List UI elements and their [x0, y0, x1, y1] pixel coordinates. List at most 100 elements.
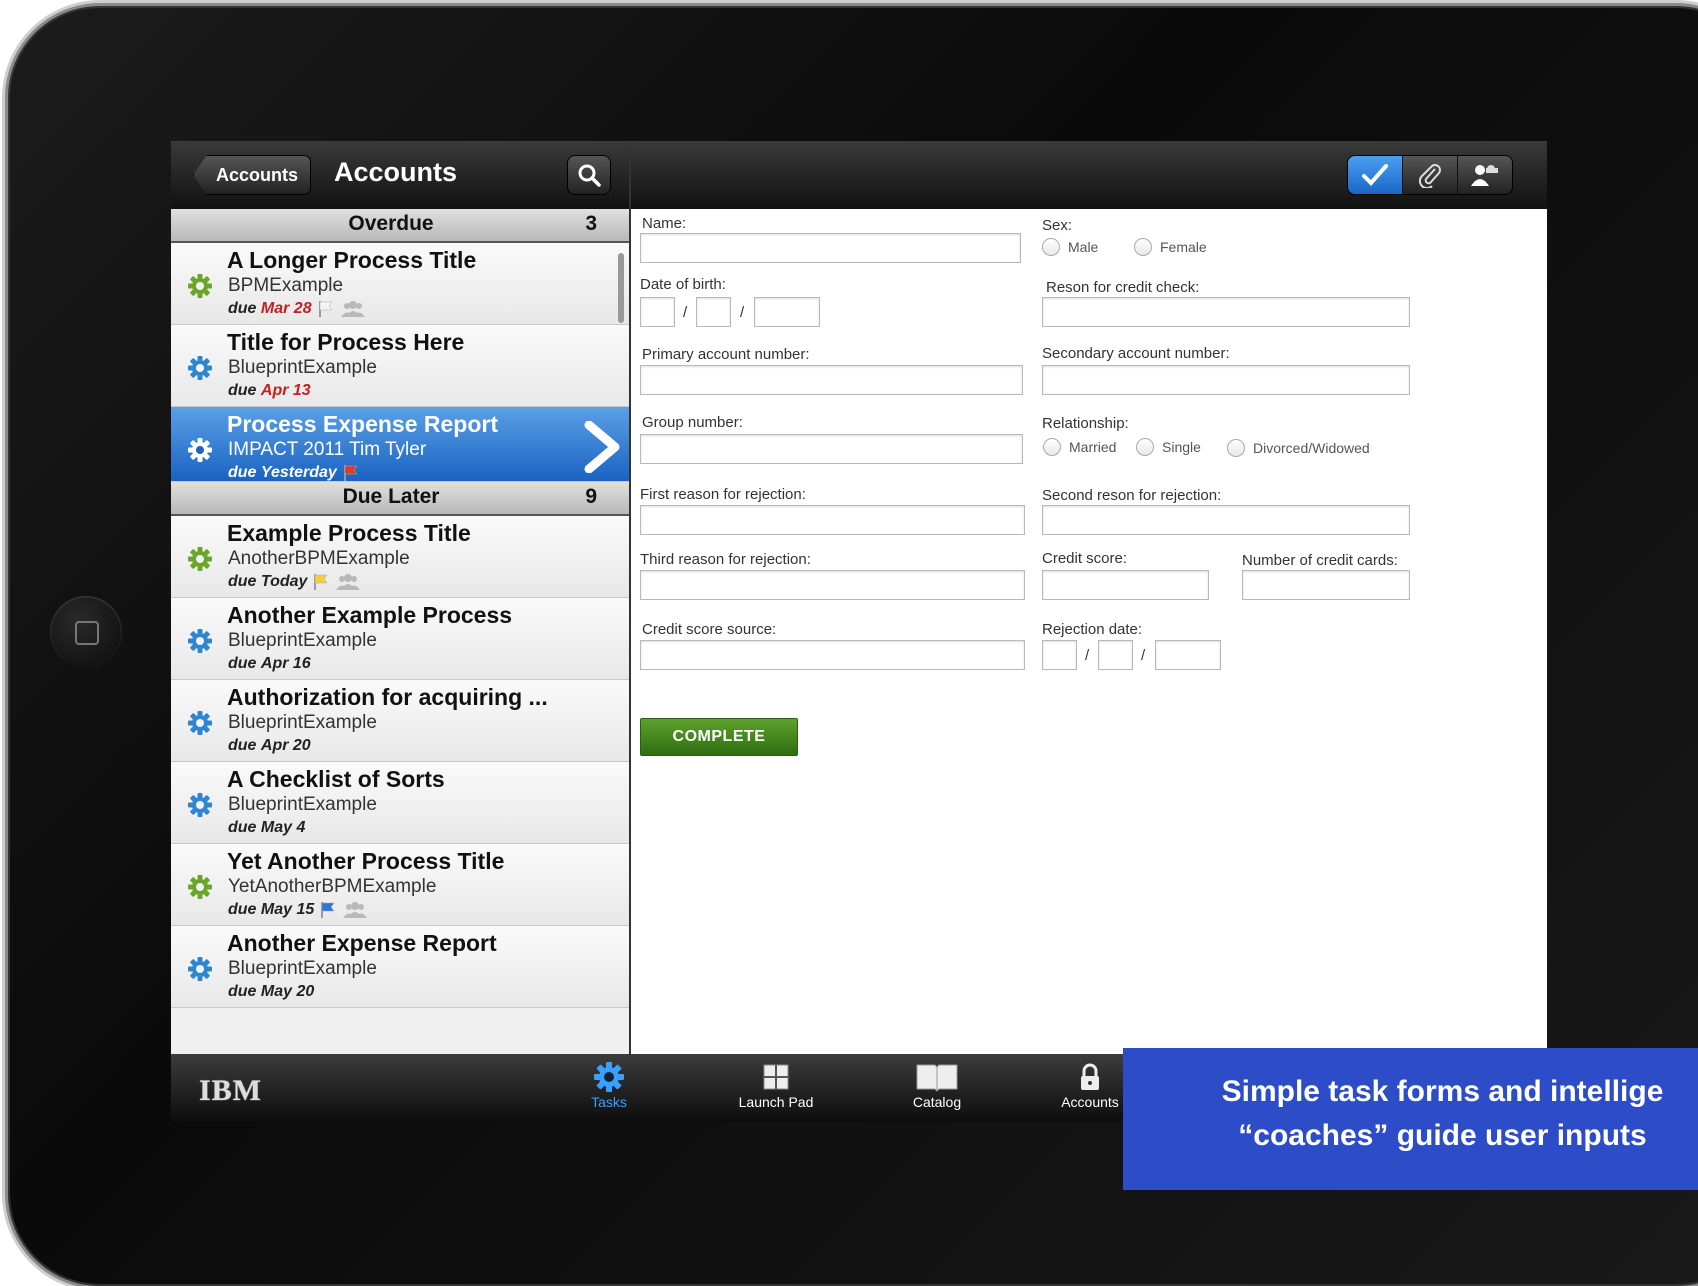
task-row[interactable]: Yet Another Process Title YetAnotherBPMEx… [171, 844, 629, 926]
task-row[interactable]: Authorization for acquiring ... Blueprint… [171, 680, 629, 762]
flag-icon [321, 902, 335, 918]
due-date: May 15 [260, 901, 315, 919]
due-date: Today [260, 573, 308, 591]
task-title: Process Expense Report [227, 411, 499, 437]
section-header: Due Later 9 [171, 482, 629, 516]
dob-day-input[interactable] [696, 297, 731, 327]
task-row[interactable]: Title for Process Here BlueprintExample du… [171, 325, 629, 407]
search-icon [578, 164, 601, 187]
ibm-logo: IBM [199, 1074, 262, 1107]
checkmark-icon [1362, 164, 1388, 186]
complete-button[interactable]: COMPLETE [640, 718, 798, 756]
task-title: Another Expense Report [227, 930, 497, 956]
secondary-account-label: Secondary account number: [1042, 345, 1230, 362]
due-prefix: due [228, 300, 257, 318]
rejection-day-input[interactable] [1098, 640, 1133, 670]
primary-account-input[interactable] [640, 365, 1023, 395]
due-date: Yesterday [260, 464, 337, 482]
chevron-right-icon [584, 421, 620, 473]
third-rejection-input[interactable] [640, 570, 1025, 600]
due-prefix: due [228, 983, 257, 1000]
section-count: 3 [585, 212, 597, 235]
task-due: due May 15 [228, 901, 368, 919]
task-subtitle: BlueprintExample [228, 712, 377, 733]
rejection-date-label: Rejection date: [1042, 621, 1143, 638]
secondary-account-input[interactable] [1042, 365, 1410, 395]
task-subtitle: BlueprintExample [228, 357, 377, 378]
people-tab[interactable] [1457, 156, 1512, 194]
tab-launch-pad[interactable]: Launch Pad [726, 1060, 826, 1110]
list-scrollbar[interactable] [618, 253, 624, 323]
checkmark-tab[interactable] [1348, 156, 1402, 194]
credit-reason-input[interactable] [1042, 297, 1410, 327]
task-due: due Mar 28 [228, 300, 366, 318]
gear-icon [188, 711, 212, 735]
section-header: Overdue 3 [171, 209, 629, 243]
relationship-married-radio[interactable]: Married [1043, 438, 1116, 456]
flag-icon [343, 465, 358, 481]
task-row[interactable]: Another Expense Report BlueprintExample du… [171, 926, 629, 1008]
gear-icon [594, 1062, 624, 1092]
paperclip-icon [1418, 164, 1441, 188]
home-button[interactable] [50, 596, 122, 668]
due-prefix: due [228, 901, 257, 919]
attachment-tab[interactable] [1402, 156, 1457, 194]
task-row[interactable]: Process Expense Report IMPACT 2011 Tim Ty… [171, 407, 629, 482]
grid-icon [763, 1064, 789, 1090]
app-screen: Accounts Accounts Overdue 3 A Longer Proce… [171, 141, 1547, 1122]
second-rejection-input[interactable] [1042, 505, 1410, 535]
task-row[interactable]: A Longer Process Title BPMExample due Mar … [171, 243, 629, 325]
date-separator: / [683, 304, 688, 321]
credit-score-label: Credit score: [1042, 550, 1128, 567]
gear-icon [188, 875, 212, 899]
sex-female-radio[interactable]: Female [1134, 238, 1207, 256]
task-row[interactable]: Another Example Process BlueprintExample d… [171, 598, 629, 680]
back-button[interactable]: Accounts [193, 155, 312, 195]
task-title: Authorization for acquiring ... [227, 684, 548, 710]
num-credit-cards-input[interactable] [1242, 570, 1410, 600]
group-number-input[interactable] [640, 434, 1023, 464]
gear-icon [188, 438, 212, 462]
gear-icon [188, 957, 212, 981]
task-title: Title for Process Here [227, 329, 465, 355]
tab-launch-pad-label: Launch Pad [738, 1094, 814, 1110]
credit-score-source-label: Credit score source: [642, 621, 777, 638]
due-date: May 20 [260, 983, 315, 1000]
task-due: due Yesterday [228, 464, 359, 482]
tab-catalog[interactable]: Catalog [887, 1060, 987, 1110]
task-title: Another Example Process [227, 602, 513, 628]
right-navbar [631, 141, 1547, 209]
section-title: Overdue [348, 212, 434, 235]
flag-icon [314, 574, 328, 590]
group-icon [340, 301, 365, 317]
credit-score-source-input[interactable] [640, 640, 1025, 670]
task-row[interactable]: A Checklist of Sorts BlueprintExample due … [171, 762, 629, 844]
name-input[interactable] [640, 233, 1021, 263]
group-icon [336, 574, 361, 590]
credit-score-input[interactable] [1042, 570, 1209, 600]
relationship-divorced-radio[interactable]: Divorced/Widowed [1227, 439, 1370, 457]
task-subtitle: IMPACT 2011 Tim Tyler [228, 439, 427, 460]
task-title: Example Process Title [227, 520, 471, 546]
lock-icon [1081, 1063, 1099, 1090]
task-row[interactable]: Example Process Title AnotherBPMExample du… [171, 516, 629, 598]
dob-year-input[interactable] [754, 297, 820, 327]
rejection-month-input[interactable] [1042, 640, 1077, 670]
due-date: Apr 16 [260, 655, 311, 672]
search-button[interactable] [567, 155, 611, 195]
first-rejection-label: First reason for rejection: [640, 486, 806, 503]
relationship-single-radio[interactable]: Single [1136, 438, 1201, 456]
first-rejection-input[interactable] [640, 505, 1025, 535]
task-due: due Apr 16 [228, 655, 311, 673]
dob-month-input[interactable] [640, 297, 675, 327]
due-date: Mar 28 [260, 300, 312, 318]
sex-male-radio[interactable]: Male [1042, 238, 1098, 256]
third-rejection-label: Third reason for rejection: [640, 551, 811, 568]
task-due: due Apr 13 [228, 382, 311, 400]
name-label: Name: [642, 215, 687, 232]
rejection-year-input[interactable] [1155, 640, 1221, 670]
due-date: Apr 13 [260, 382, 311, 399]
caption-overlay: Simple task forms and intellige “coaches… [1123, 1048, 1698, 1190]
tab-tasks[interactable]: Tasks [559, 1060, 659, 1110]
due-prefix: due [228, 819, 257, 836]
